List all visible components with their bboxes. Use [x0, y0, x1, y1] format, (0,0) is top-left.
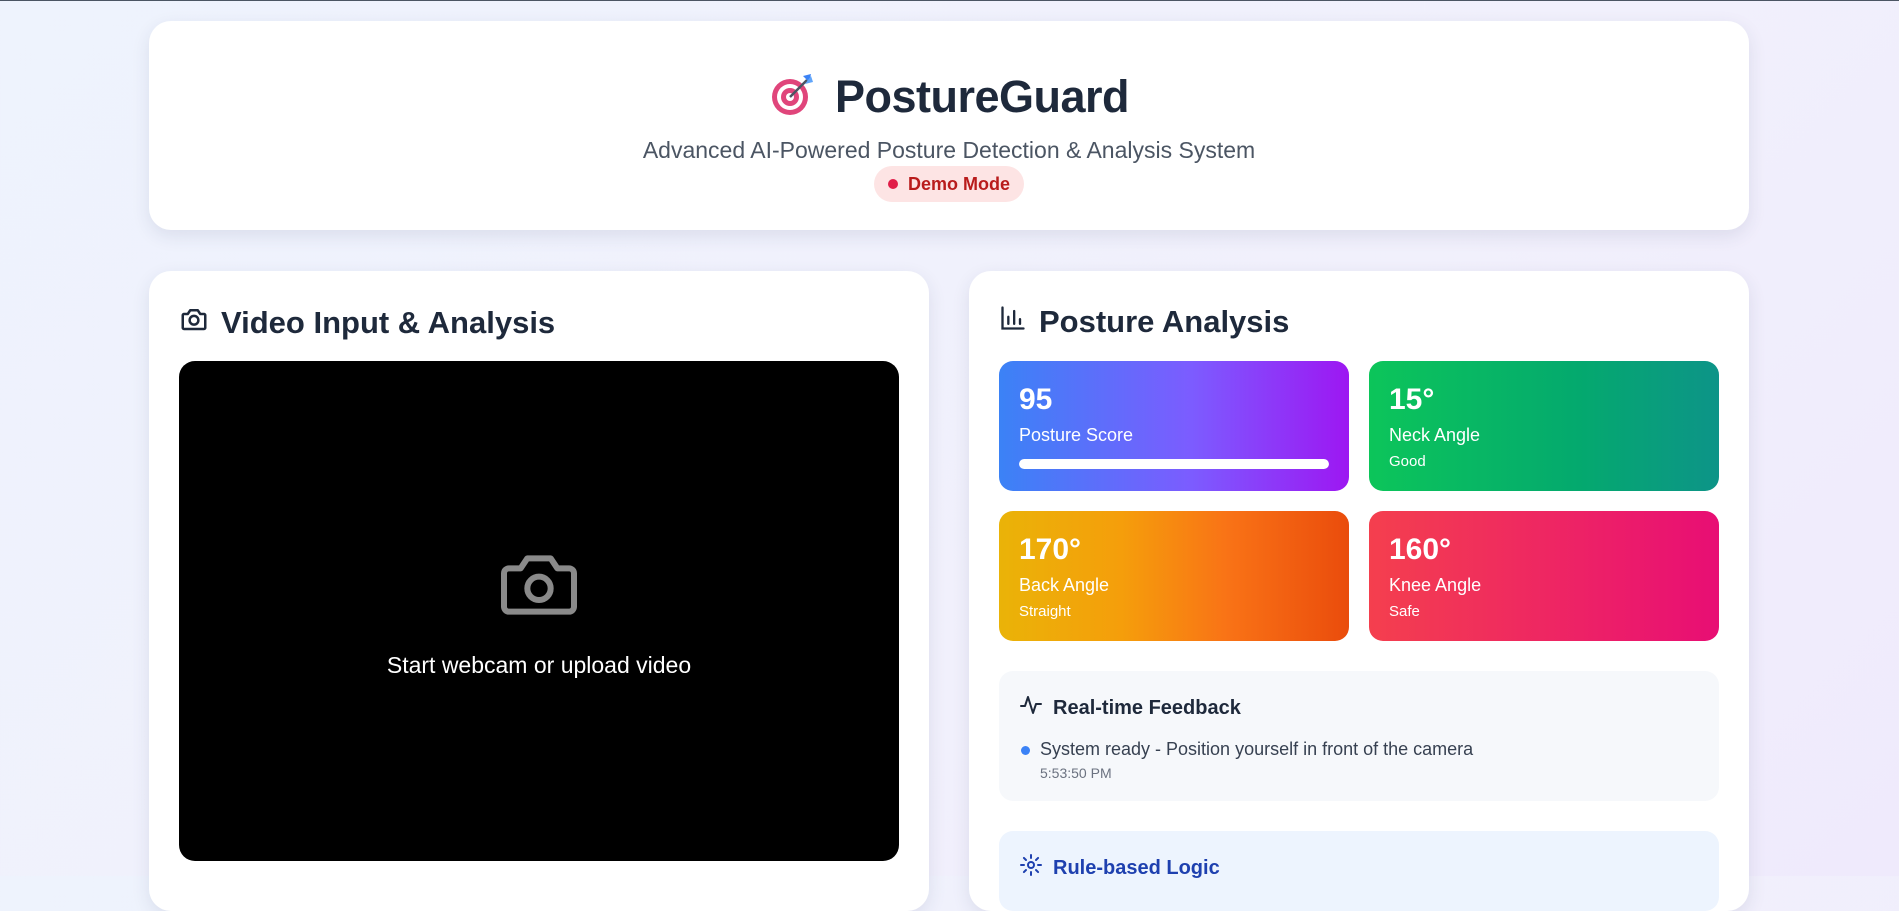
back-angle-value: 170° — [1019, 533, 1082, 566]
back-angle-status: Straight — [1019, 603, 1071, 620]
posture-score-progress — [1019, 459, 1329, 469]
realtime-feedback-box: Real-time Feedback System ready - Positi… — [999, 671, 1719, 801]
camera-icon — [499, 551, 579, 624]
knee-angle-status: Safe — [1389, 603, 1420, 620]
posture-score-card: 95 Posture Score — [999, 361, 1349, 491]
feedback-title: Real-time Feedback — [1053, 696, 1241, 719]
window-top-border — [0, 0, 1899, 1]
analysis-panel-heading: Posture Analysis — [999, 304, 1289, 340]
feedback-item: System ready - Position yourself in fron… — [1021, 739, 1473, 781]
video-input-panel: Video Input & Analysis Start webcam or u… — [149, 271, 929, 911]
posture-score-progress-fill — [1019, 459, 1329, 469]
neck-angle-card: 15° Neck Angle Good — [1369, 361, 1719, 491]
feedback-message: System ready - Position yourself in fron… — [1040, 739, 1474, 759]
app-subtitle: Advanced AI-Powered Posture Detection & … — [642, 137, 1256, 163]
video-panel-heading: Video Input & Analysis — [179, 304, 555, 342]
back-angle-card: 170° Back Angle Straight — [999, 511, 1349, 641]
knee-angle-value: 160° — [1389, 533, 1452, 566]
brand: PostureGuard — [149, 71, 1749, 123]
neck-angle-status: Good — [1389, 453, 1426, 470]
demo-mode-badge: Demo Mode — [874, 166, 1024, 202]
status-dot — [887, 179, 898, 189]
posture-score-value: 95 — [1019, 383, 1053, 416]
feedback-heading: Real-time Feedback — [1019, 693, 1241, 723]
video-preview[interactable]: Start webcam or upload video — [179, 361, 899, 861]
knee-angle-label: Knee Angle — [1389, 575, 1482, 595]
posture-score-label: Posture Score — [1019, 425, 1134, 445]
neck-angle-label: Neck Angle — [1389, 425, 1481, 445]
rules-heading: Rule-based Logic — [1019, 853, 1220, 883]
activity-icon — [1019, 693, 1043, 723]
analysis-panel-title: Posture Analysis — [1039, 304, 1290, 339]
video-placeholder: Start webcam or upload video — [179, 551, 899, 679]
bar-chart-icon — [999, 304, 1027, 340]
posture-analysis-panel: Posture Analysis 95 Posture Score 15° Ne… — [969, 271, 1749, 911]
feedback-dot — [1021, 746, 1030, 755]
camera-icon — [179, 304, 209, 342]
video-panel-title: Video Input & Analysis — [221, 305, 556, 340]
rule-based-logic-box: Rule-based Logic — [999, 831, 1719, 911]
badge-label: Demo Mode — [907, 173, 1010, 194]
app-title: PostureGuard — [834, 71, 1130, 122]
neck-angle-value: 15° — [1389, 383, 1435, 416]
rules-title: Rule-based Logic — [1053, 856, 1220, 879]
back-angle-label: Back Angle — [1019, 575, 1110, 595]
feedback-timestamp: 5:53:50 PM — [1040, 765, 1112, 781]
knee-angle-card: 160° Knee Angle Safe — [1369, 511, 1719, 641]
target-icon — [769, 72, 815, 123]
header-card: PostureGuard Advanced AI-Powered Posture… — [149, 21, 1749, 230]
gear-icon — [1019, 853, 1043, 883]
video-placeholder-text: Start webcam or upload video — [386, 652, 692, 678]
